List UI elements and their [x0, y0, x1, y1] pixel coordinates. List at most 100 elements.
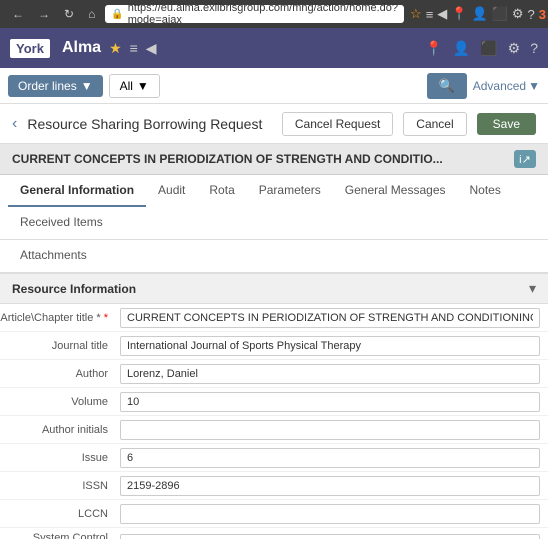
- tab-general-messages[interactable]: General Messages: [333, 175, 458, 207]
- forward-button[interactable]: →: [34, 5, 54, 23]
- info-icon: i↗: [519, 153, 531, 166]
- toolbar: Order lines ▼ All ▼ 🔍 Advanced ▼: [0, 68, 548, 104]
- all-filter-button[interactable]: All ▼: [109, 74, 160, 98]
- all-arrow-icon: ▼: [137, 79, 149, 93]
- user-icon[interactable]: 👤: [471, 6, 487, 22]
- form-row-2: Author: [0, 360, 548, 388]
- save-button[interactable]: Save: [477, 113, 536, 135]
- grid-icon[interactable]: ⬛: [480, 40, 497, 57]
- tab-notes-label: Notes: [470, 183, 501, 197]
- york-logo: York: [10, 39, 50, 58]
- home-button[interactable]: ⌂: [84, 5, 99, 23]
- tab-parameters[interactable]: Parameters: [247, 175, 333, 207]
- url-text: https://eu.alma.exlibrisgroup.com/mng/ac…: [128, 2, 398, 26]
- form-row-5: Issue: [0, 444, 548, 472]
- tab-rota-label: Rota: [209, 183, 234, 197]
- advanced-button[interactable]: Advanced ▼: [473, 79, 540, 93]
- cancel-button[interactable]: Cancel: [403, 112, 466, 136]
- field-label-3: Volume: [0, 392, 120, 412]
- order-lines-button[interactable]: Order lines ▼: [8, 75, 103, 97]
- tab-notes[interactable]: Notes: [458, 175, 513, 207]
- pin-icon[interactable]: 📍: [425, 40, 442, 57]
- tab-general-information-label: General Information: [20, 183, 134, 197]
- person-icon[interactable]: 👤: [453, 40, 470, 57]
- app-header: York Alma ★ ≡ ◀ 📍 👤 ⬛ ⚙ ?: [0, 28, 548, 68]
- field-label-8: System Control Number: [0, 528, 120, 539]
- page-title: Resource Sharing Borrowing Request: [27, 116, 272, 132]
- form-row-1: Journal title: [0, 332, 548, 360]
- field-input-1[interactable]: [120, 336, 540, 356]
- hamburger-icon[interactable]: ≡: [130, 40, 138, 56]
- caret-icon[interactable]: ◀: [146, 40, 157, 57]
- search-icon: 🔍: [439, 78, 455, 93]
- resource-information-section[interactable]: Resource Information ▾: [0, 273, 548, 304]
- star-icon[interactable]: ★: [109, 40, 122, 57]
- field-input-7[interactable]: [120, 504, 540, 524]
- back-button[interactable]: ←: [8, 5, 28, 23]
- advanced-label: Advanced: [473, 79, 526, 93]
- form-row-0: Article\Chapter title *: [0, 304, 548, 332]
- field-input-2[interactable]: [120, 364, 540, 384]
- record-title-bar: CURRENT CONCEPTS IN PERIODIZATION OF STR…: [0, 144, 548, 175]
- tab-attachments-label: Attachments: [20, 248, 87, 262]
- url-bar[interactable]: 🔒 https://eu.alma.exlibrisgroup.com/mng/…: [105, 5, 404, 23]
- tabs-row2: Attachments: [0, 240, 548, 273]
- refresh-button[interactable]: ↻: [60, 5, 78, 23]
- menu-icon[interactable]: ≡: [426, 7, 434, 22]
- alert-badge: 3: [539, 7, 546, 22]
- header-icons: 📍 👤 ⬛ ⚙ ?: [425, 40, 538, 57]
- question-icon[interactable]: ?: [530, 40, 538, 56]
- form-row-3: Volume: [0, 388, 548, 416]
- tabs-row1: General Information Audit Rota Parameters Ge…: [0, 175, 548, 240]
- browser-actions: ☆ ≡ ◀ 📍 👤 ⬛ ⚙ ? 3: [410, 6, 546, 22]
- all-label: All: [120, 79, 133, 93]
- box-icon[interactable]: ⬛: [492, 6, 508, 22]
- tab-rota[interactable]: Rota: [197, 175, 246, 207]
- location-icon[interactable]: 📍: [451, 6, 467, 22]
- content-area: Resource Information ▾ Article\Chapter t…: [0, 273, 548, 539]
- chevron-down-icon: ▾: [529, 280, 536, 297]
- bookmark-icon[interactable]: ☆: [410, 6, 422, 22]
- order-lines-label: Order lines: [18, 79, 77, 93]
- field-label-2: Author: [0, 364, 120, 384]
- record-title: CURRENT CONCEPTS IN PERIODIZATION OF STR…: [12, 152, 506, 166]
- field-input-5[interactable]: [120, 448, 540, 468]
- back-arrow-icon: ‹: [12, 115, 17, 132]
- browser-bar: ← → ↻ ⌂ 🔒 https://eu.alma.exlibrisgroup.…: [0, 0, 548, 28]
- field-input-3[interactable]: [120, 392, 540, 412]
- gear-icon[interactable]: ⚙: [508, 40, 521, 57]
- field-input-0[interactable]: [120, 308, 540, 328]
- page-header: ‹ Resource Sharing Borrowing Request Can…: [0, 104, 548, 144]
- tab-general-information[interactable]: General Information: [8, 175, 146, 207]
- lock-icon: 🔒: [111, 9, 123, 20]
- field-label-6: ISSN: [0, 476, 120, 496]
- tab-received-items[interactable]: Received Items: [8, 207, 115, 239]
- field-label-0: Article\Chapter title *: [0, 308, 120, 328]
- field-label-1: Journal title: [0, 336, 120, 356]
- form-row-8: System Control Number: [0, 528, 548, 539]
- info-button[interactable]: i↗: [514, 150, 536, 168]
- order-lines-arrow-icon: ▼: [81, 79, 93, 93]
- tab-audit[interactable]: Audit: [146, 175, 197, 207]
- form-row-6: ISSN: [0, 472, 548, 500]
- search-button[interactable]: 🔍: [427, 73, 467, 99]
- field-input-6[interactable]: [120, 476, 540, 496]
- back-arrow-icon[interactable]: ◀: [437, 6, 447, 22]
- help-icon[interactable]: ?: [528, 7, 535, 22]
- alma-logo: Alma: [62, 39, 101, 57]
- form-row-7: LCCN: [0, 500, 548, 528]
- advanced-arrow-icon: ▼: [528, 79, 540, 93]
- form-row-4: Author initials: [0, 416, 548, 444]
- tab-attachments[interactable]: Attachments: [8, 240, 99, 272]
- section-title: Resource Information: [12, 282, 136, 296]
- tab-audit-label: Audit: [158, 183, 185, 197]
- tab-parameters-label: Parameters: [259, 183, 321, 197]
- settings-icon[interactable]: ⚙: [512, 6, 524, 22]
- cancel-request-button[interactable]: Cancel Request: [282, 112, 393, 136]
- field-label-5: Issue: [0, 448, 120, 468]
- field-input-8[interactable]: [120, 534, 540, 539]
- tab-general-messages-label: General Messages: [345, 183, 446, 197]
- field-input-4[interactable]: [120, 420, 540, 440]
- tab-received-items-label: Received Items: [20, 215, 103, 229]
- back-link[interactable]: ‹: [12, 115, 17, 133]
